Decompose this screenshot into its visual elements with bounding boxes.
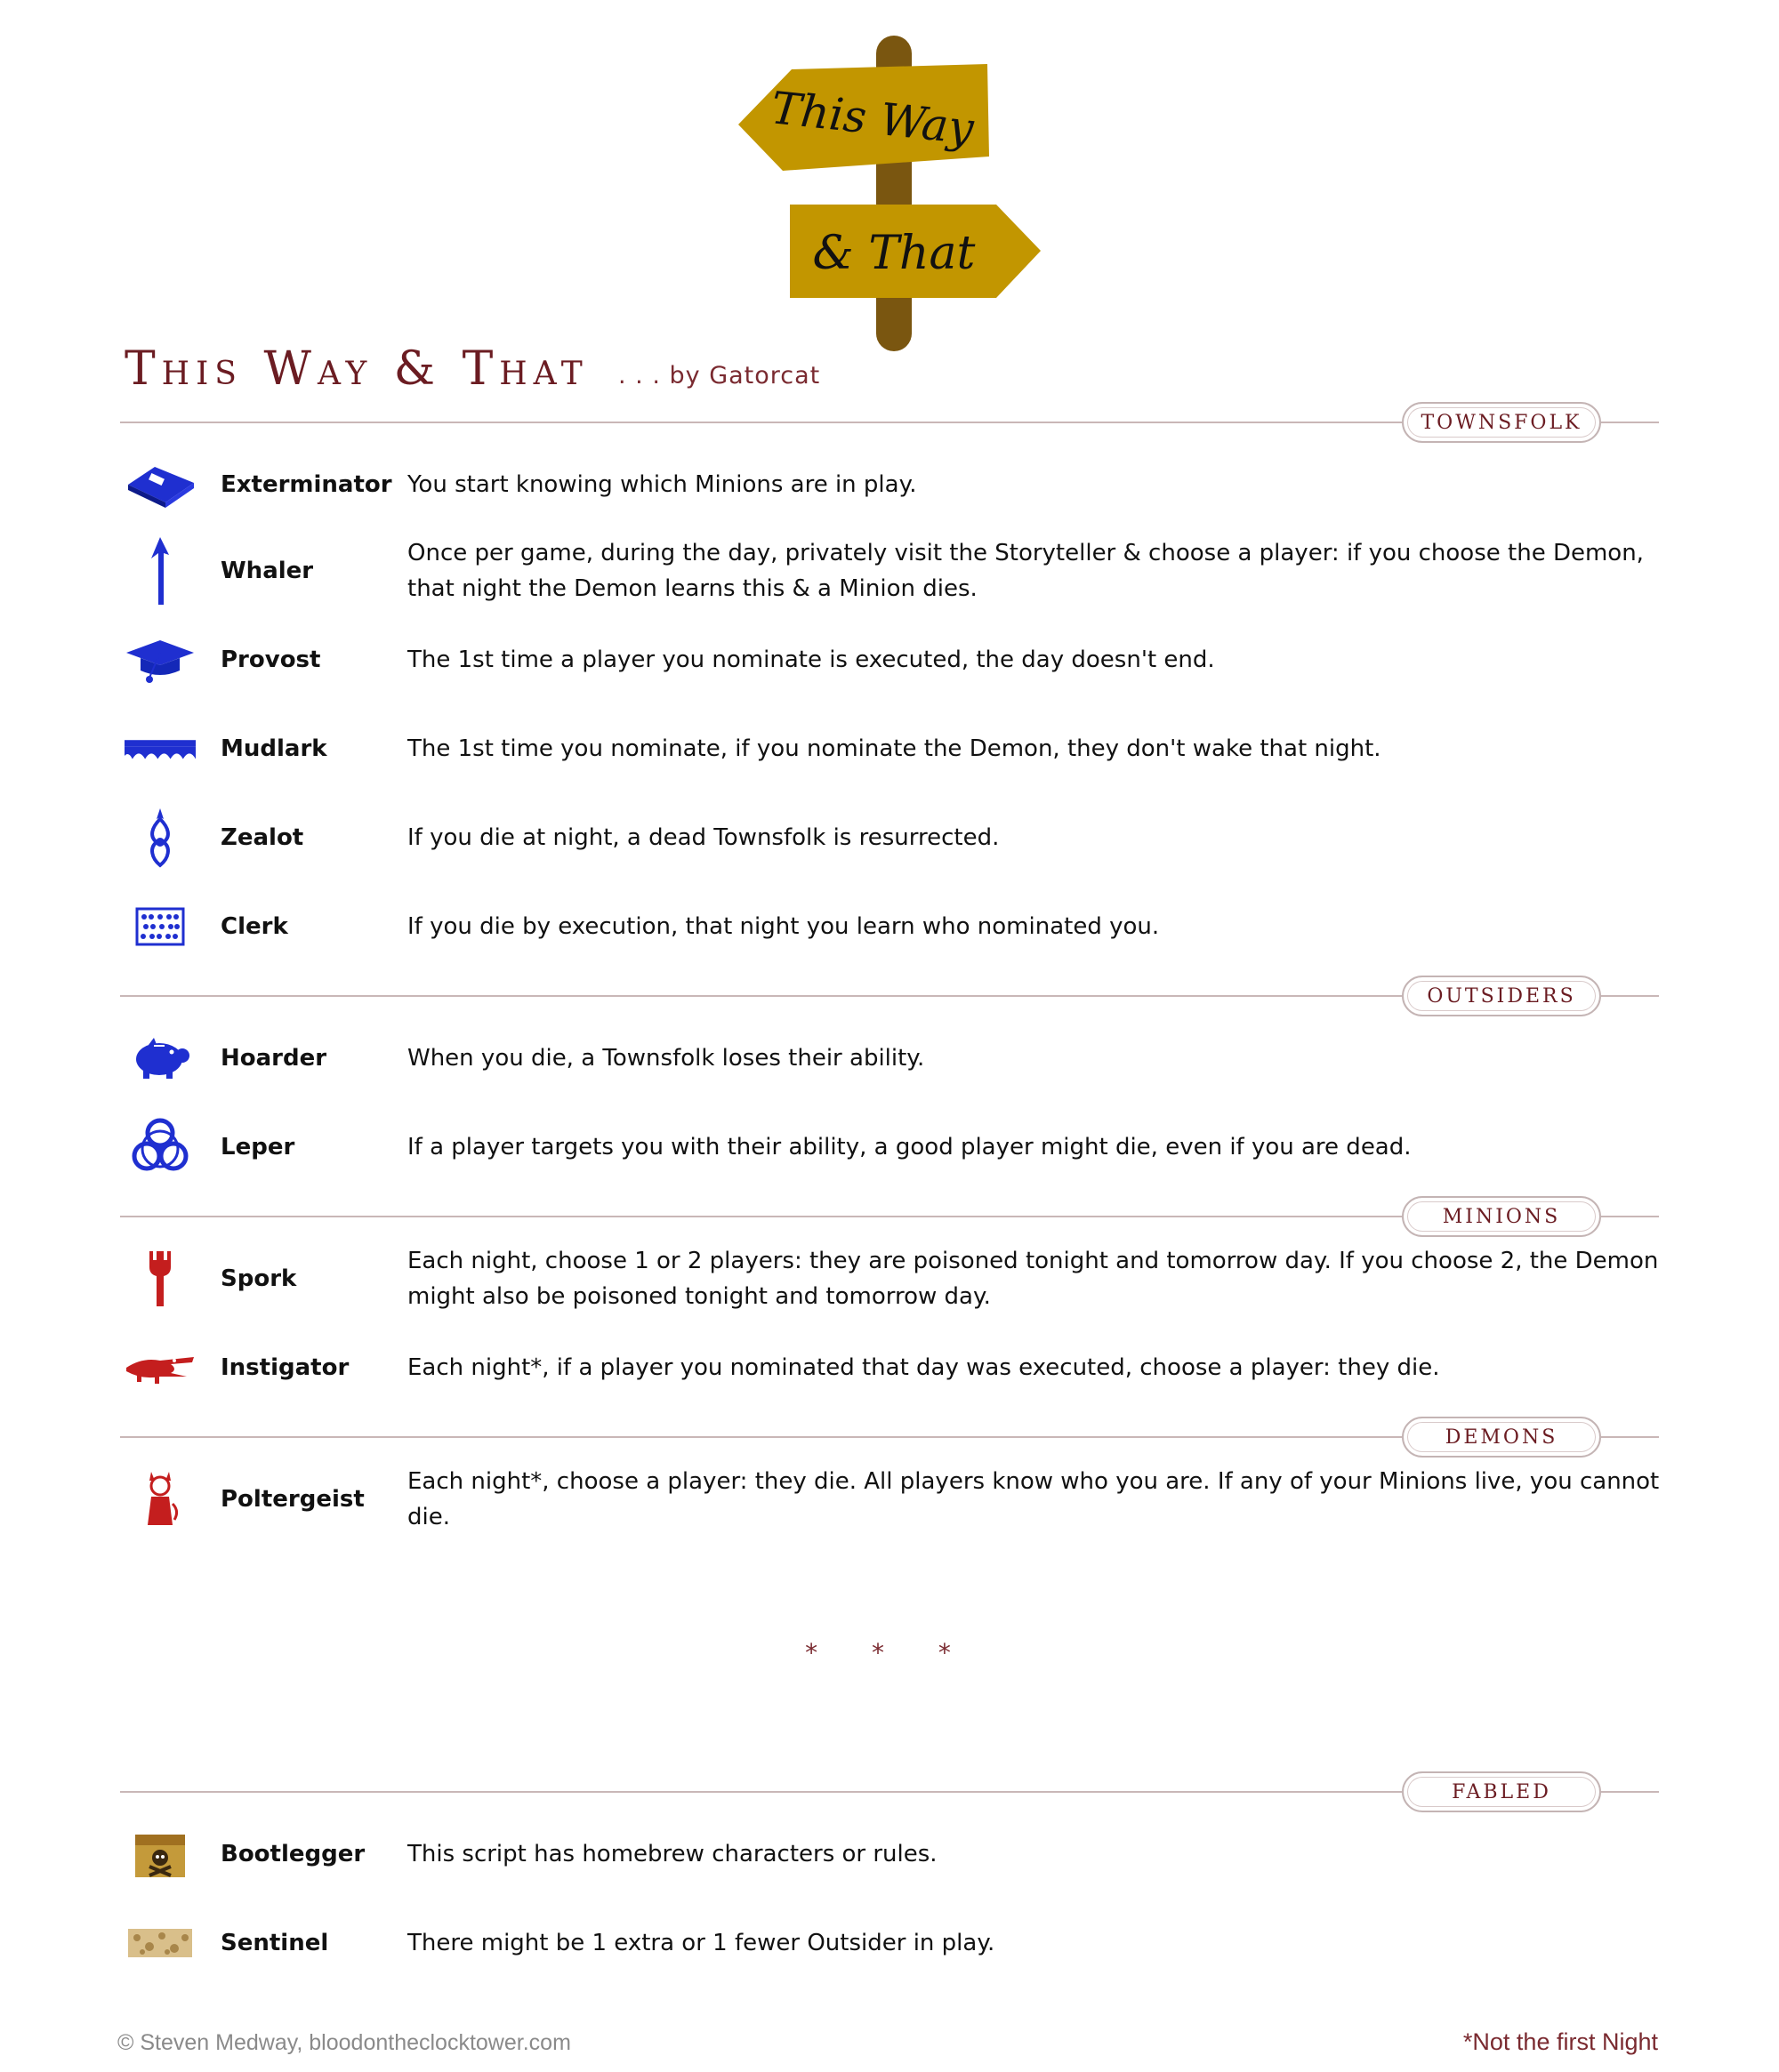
logo-line2: & That xyxy=(813,227,976,280)
rubble-icon xyxy=(125,1907,196,1979)
character-exterminator: Exterminator You start knowing which Min… xyxy=(125,445,1548,525)
character-name: Leper xyxy=(221,1134,295,1160)
character-whaler: Whaler Once per game, during the day, pr… xyxy=(125,531,1644,611)
biohazard-icon xyxy=(125,1112,196,1183)
character-ability: The 1st time a player you nominate is ex… xyxy=(407,646,1215,673)
character-ability: If you die by execution, that night you … xyxy=(407,913,1160,940)
character-leper: Leper If a player targets you with their… xyxy=(125,1107,1548,1187)
character-ability: Once per game, during the day, privately… xyxy=(407,540,1644,602)
section-label-townsfolk: Townsfolk xyxy=(1402,402,1601,443)
section-label-fabled: Fabled xyxy=(1402,1771,1601,1812)
character-name: Spork xyxy=(221,1265,297,1292)
character-name: Exterminator xyxy=(221,471,392,498)
character-instigator: Instigator Each night*, if a player you … xyxy=(125,1328,1548,1408)
character-name: Hoarder xyxy=(221,1045,327,1072)
character-sentinel: Sentinel There might be 1 extra or 1 few… xyxy=(125,1903,1548,1983)
character-ability: There might be 1 extra or 1 fewer Outsid… xyxy=(407,1930,995,1956)
character-hoarder: Hoarder When you die, a Townsfolk loses … xyxy=(125,1018,1548,1098)
book-icon xyxy=(125,449,196,520)
devil-icon xyxy=(125,1464,196,1535)
mortarboard-icon xyxy=(125,624,196,695)
character-ability: This script has homebrew characters or r… xyxy=(407,1841,938,1867)
character-name: Bootlegger xyxy=(221,1841,366,1867)
character-ability: If a player targets you with their abili… xyxy=(407,1134,1412,1160)
character-ability: Each night*, choose a player: they die. … xyxy=(407,1468,1660,1530)
amulet-icon xyxy=(125,802,196,873)
section-townsfolk: Townsfolk xyxy=(120,402,1659,443)
character-provost: Provost The 1st time a player you nomina… xyxy=(125,620,1548,700)
section-label-minions: Minions xyxy=(1402,1196,1601,1237)
character-name: Clerk xyxy=(221,913,288,940)
bridge-icon xyxy=(125,713,196,784)
character-poltergeist: Poltergeist Each night*, choose a player… xyxy=(125,1459,1659,1539)
section-label-outsiders: Outsiders xyxy=(1402,976,1601,1016)
character-name: Instigator xyxy=(221,1354,350,1381)
character-name: Whaler xyxy=(221,558,314,584)
character-mudlark: Mudlark The 1st time you nominate, if yo… xyxy=(125,709,1548,789)
character-bootlegger: Bootlegger This script has homebrew char… xyxy=(125,1814,1548,1894)
character-name: Mudlark xyxy=(221,735,327,762)
spork-icon xyxy=(125,1243,196,1314)
character-name: Zealot xyxy=(221,824,304,851)
section-demons: Demons xyxy=(120,1417,1659,1458)
character-ability: Each night*, if a player you nominated t… xyxy=(407,1354,1440,1381)
signpost-logo: This Way & That xyxy=(729,27,1050,356)
section-outsiders: Outsiders xyxy=(120,976,1659,1016)
separator-stars: * * * xyxy=(805,1638,974,1667)
footnote: *Not the first Night xyxy=(1462,2028,1658,2055)
section-minions: Minions xyxy=(120,1196,1659,1237)
character-ability: If you die at night, a dead Townsfolk is… xyxy=(407,824,1000,851)
character-ability: Each night, choose 1 or 2 players: they … xyxy=(407,1248,1659,1310)
script-title: This Way & That xyxy=(125,342,589,396)
copyright: © Steven Medway, bloodontheclocktower.co… xyxy=(117,2030,571,2055)
character-name: Provost xyxy=(221,646,321,673)
character-ability: When you die, a Townsfolk loses their ab… xyxy=(407,1045,925,1072)
script-author: . . . by Gatorcat xyxy=(618,362,821,390)
section-label-demons: Demons xyxy=(1402,1417,1601,1458)
title-row: This Way & That . . . by Gatorcat xyxy=(125,342,1637,396)
crocodile-icon xyxy=(125,1332,196,1403)
character-clerk: Clerk If you die by execution, that nigh… xyxy=(125,887,1548,967)
pirate-chest-icon xyxy=(125,1819,196,1890)
character-ability: The 1st time you nominate, if you nomina… xyxy=(407,735,1381,762)
piggy-bank-icon xyxy=(125,1023,196,1094)
harpoon-icon xyxy=(125,535,196,606)
character-zealot: Zealot If you die at night, a dead Towns… xyxy=(125,798,1548,878)
character-name: Poltergeist xyxy=(221,1486,365,1513)
character-name: Sentinel xyxy=(221,1930,329,1956)
character-spork: Spork Each night, choose 1 or 2 players:… xyxy=(125,1239,1658,1319)
abacus-icon xyxy=(125,891,196,962)
character-ability: You start knowing which Minions are in p… xyxy=(407,471,917,498)
section-fabled: Fabled xyxy=(120,1771,1659,1812)
